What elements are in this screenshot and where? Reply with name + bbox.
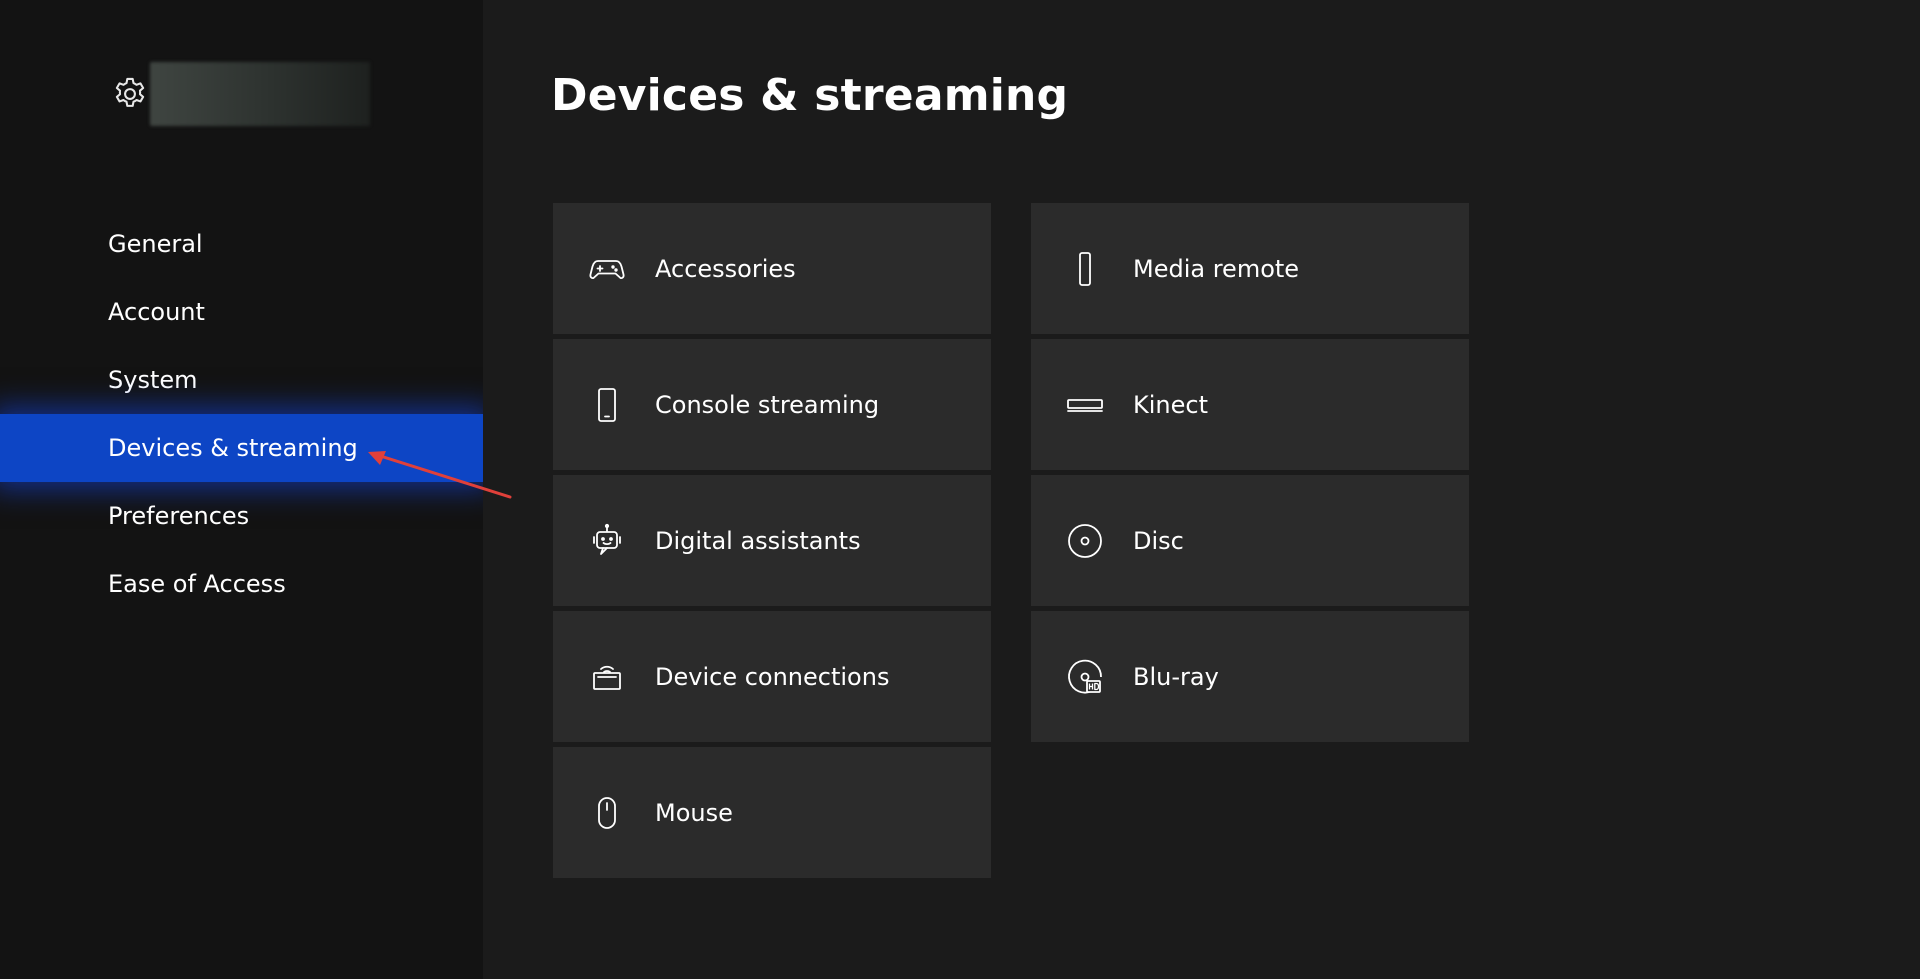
tile-device-connections[interactable]: Device connections bbox=[553, 611, 991, 742]
disc-icon bbox=[1065, 521, 1105, 561]
gear-icon bbox=[110, 74, 150, 114]
tile-label: Media remote bbox=[1133, 254, 1300, 283]
tile-label: Blu-ray bbox=[1133, 662, 1219, 691]
mouse-icon bbox=[587, 793, 627, 833]
tile-label: Console streaming bbox=[655, 390, 880, 419]
tile-media-remote[interactable]: Media remote bbox=[1031, 203, 1469, 334]
tile-label: Digital assistants bbox=[655, 526, 861, 555]
tile-blu-ray[interactable]: Blu-ray bbox=[1031, 611, 1469, 742]
nav-item-ease-of-access[interactable]: Ease of Access bbox=[0, 550, 483, 618]
profile-name-redacted bbox=[150, 62, 370, 126]
tile-label: Accessories bbox=[655, 254, 796, 283]
page-title: Devices & streaming bbox=[551, 70, 1069, 121]
settings-nav: General Account System Devices & streami… bbox=[0, 210, 483, 618]
nav-item-general[interactable]: General bbox=[0, 210, 483, 278]
tile-label: Mouse bbox=[655, 798, 733, 827]
tile-console-streaming[interactable]: Console streaming bbox=[553, 339, 991, 470]
phone-icon bbox=[587, 385, 627, 425]
tile-disc[interactable]: Disc bbox=[1031, 475, 1469, 606]
tile-kinect[interactable]: Kinect bbox=[1031, 339, 1469, 470]
remote-icon bbox=[1065, 249, 1105, 289]
nav-item-account[interactable]: Account bbox=[0, 278, 483, 346]
tile-label: Disc bbox=[1133, 526, 1184, 555]
nav-item-devices-streaming[interactable]: Devices & streaming bbox=[0, 414, 483, 482]
nav-item-preferences[interactable]: Preferences bbox=[0, 482, 483, 550]
tile-label: Device connections bbox=[655, 662, 890, 691]
bluray-icon bbox=[1065, 657, 1105, 697]
tile-accessories[interactable]: Accessories bbox=[553, 203, 991, 334]
device-connections-icon bbox=[587, 657, 627, 697]
nav-item-system[interactable]: System bbox=[0, 346, 483, 414]
kinect-icon bbox=[1065, 385, 1105, 425]
sidebar-header bbox=[110, 62, 370, 126]
tile-digital-assistants[interactable]: Digital assistants bbox=[553, 475, 991, 606]
tile-mouse[interactable]: Mouse bbox=[553, 747, 991, 878]
controller-icon bbox=[587, 249, 627, 289]
assistant-icon bbox=[587, 521, 627, 561]
sidebar: General Account System Devices & streami… bbox=[0, 0, 483, 979]
tile-label: Kinect bbox=[1133, 390, 1208, 419]
